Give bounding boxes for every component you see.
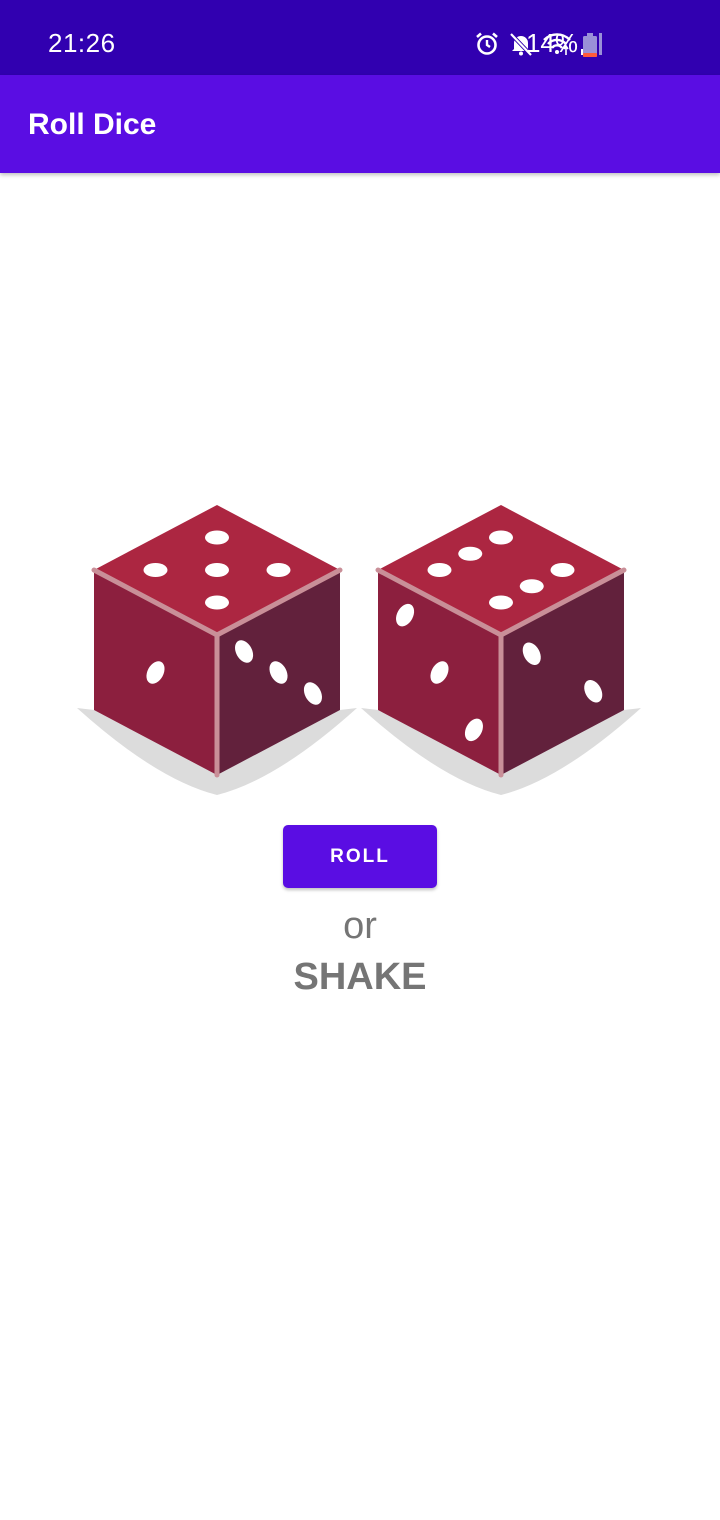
or-text: or [343, 905, 377, 947]
die-pip [550, 563, 575, 577]
die-pip [205, 595, 229, 610]
status-time: 21:26 [48, 28, 116, 58]
shake-text: SHAKE [293, 956, 427, 998]
die-left [72, 470, 362, 810]
die-pip [519, 579, 544, 594]
status-bar: 21:26 14% [0, 0, 720, 75]
die-pip [427, 563, 452, 577]
die-pip [205, 563, 229, 577]
die-pip [489, 595, 513, 610]
battery-percent: 14% [525, 28, 578, 58]
battery-icon [583, 33, 597, 57]
die-pip [458, 546, 483, 561]
roll-button[interactable]: ROLL [283, 825, 437, 888]
die-pip [266, 563, 291, 577]
die-pip [205, 530, 229, 545]
die-pip [143, 563, 168, 577]
app-bar: Roll Dice [0, 75, 720, 173]
app-title: Roll Dice [28, 108, 157, 141]
die-pip [489, 530, 513, 545]
die-right [356, 470, 646, 810]
alarm-icon [474, 31, 500, 57]
